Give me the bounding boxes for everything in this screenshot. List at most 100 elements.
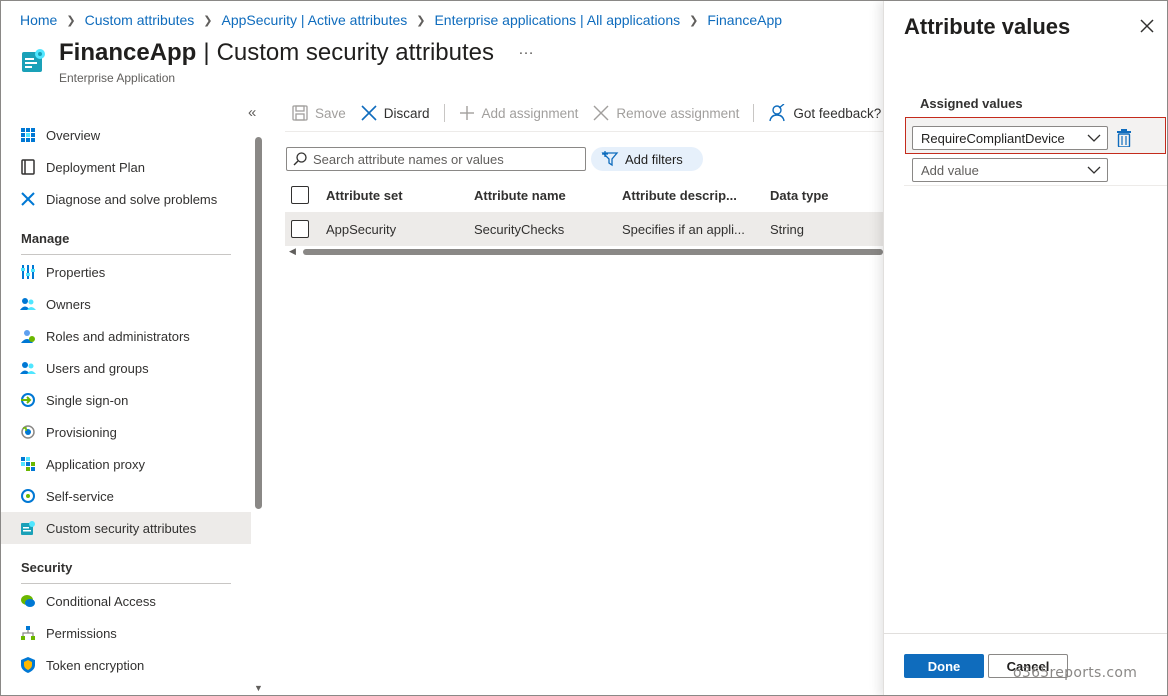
column-header-attribute-description[interactable]: Attribute descrip... xyxy=(622,178,737,212)
breadcrumb-enterprise-apps[interactable]: Enterprise applications | All applicatio… xyxy=(434,12,680,28)
sidebar-item-label: Application proxy xyxy=(46,456,145,472)
trash-icon xyxy=(1117,129,1131,148)
grid-icon xyxy=(20,127,36,143)
horizontal-scrollbar-thumb[interactable] xyxy=(303,249,883,255)
cell-attribute-set: AppSecurity xyxy=(326,221,397,237)
attribute-values-panel: Attribute values Assigned values Require… xyxy=(883,1,1167,695)
self-service-icon xyxy=(20,488,36,504)
sidebar-item-deployment-plan[interactable]: Deployment Plan xyxy=(1,151,251,183)
breadcrumb-financeapp[interactable]: FinanceApp xyxy=(707,12,782,28)
sidebar-item-label: Properties xyxy=(46,264,106,280)
close-panel-button[interactable] xyxy=(1138,17,1156,35)
sidebar-item-label: Owners xyxy=(46,296,91,312)
done-button[interactable]: Done xyxy=(904,654,984,678)
chevron-right-icon: ❯ xyxy=(689,14,699,27)
save-button[interactable]: Save xyxy=(292,105,346,121)
provisioning-icon xyxy=(20,424,36,440)
sidebar-item-label: Token encryption xyxy=(46,657,145,673)
page-title: FinanceApp | Custom security attributes … xyxy=(59,39,535,67)
panel-footer-divider xyxy=(884,633,1167,634)
permissions-icon xyxy=(20,625,36,641)
sidebar-item-label: Diagnose and solve problems xyxy=(46,191,218,207)
scroll-down-arrow-icon[interactable]: ▼ xyxy=(254,683,263,693)
add-filters-button[interactable]: Add filters xyxy=(591,147,703,171)
sidebar-item-diagnose[interactable]: Diagnose and solve problems xyxy=(1,183,251,215)
sidebar-item-roles[interactable]: Roles and administrators xyxy=(1,320,251,352)
sidebar-item-overview[interactable]: Overview xyxy=(1,119,251,151)
column-header-data-type[interactable]: Data type xyxy=(770,178,829,212)
sidebar-item-label: Custom security attributes xyxy=(46,520,197,536)
sidebar-item-token-encryption[interactable]: Token encryption xyxy=(1,649,251,681)
sidebar-item-label: Self-service xyxy=(46,488,114,504)
sidebar: Overview Deployment Plan Diagnose and so… xyxy=(1,119,251,695)
delete-value-button[interactable] xyxy=(1116,129,1132,148)
proxy-icon xyxy=(20,456,36,472)
close-icon xyxy=(361,105,377,121)
sidebar-item-permissions[interactable]: Permissions xyxy=(1,617,251,649)
save-icon xyxy=(292,105,308,121)
cell-data-type: String xyxy=(770,221,804,237)
sidebar-item-provisioning[interactable]: Provisioning xyxy=(1,416,251,448)
app-type-label: Enterprise Application xyxy=(59,71,176,85)
sidebar-scrollbar[interactable] xyxy=(255,137,262,509)
discard-button[interactable]: Discard xyxy=(361,105,430,121)
section-title-security: Security xyxy=(21,560,73,575)
cell-attribute-description: Specifies if an appli... xyxy=(622,221,745,237)
sidebar-item-label: Users and groups xyxy=(46,360,149,376)
app-name: FinanceApp xyxy=(59,39,197,66)
sidebar-item-custom-security-attributes[interactable]: Custom security attributes xyxy=(1,512,251,544)
title-separator: | xyxy=(203,39,210,66)
panel-divider xyxy=(904,185,1167,186)
row-checkbox[interactable] xyxy=(291,212,309,246)
feedback-label: Got feedback? xyxy=(793,105,882,121)
breadcrumb-appsecurity[interactable]: AppSecurity | Active attributes xyxy=(222,12,408,28)
save-label: Save xyxy=(315,105,346,121)
more-options-button[interactable]: … xyxy=(518,41,535,59)
sidebar-item-label: Roles and administrators xyxy=(46,328,190,344)
remove-assignment-label: Remove assignment xyxy=(616,105,740,121)
breadcrumb-custom-attributes[interactable]: Custom attributes xyxy=(85,12,195,28)
sidebar-item-label: Conditional Access xyxy=(46,593,156,609)
sidebar-item-users-groups[interactable]: Users and groups xyxy=(1,352,251,384)
remove-assignment-button[interactable]: Remove assignment xyxy=(593,105,739,121)
toolbar-divider xyxy=(443,104,445,122)
table-horizontal-scrollbar[interactable]: ◀ xyxy=(289,246,883,258)
enterprise-app-icon xyxy=(22,48,46,74)
add-assignment-button[interactable]: Add assignment xyxy=(459,105,578,121)
feedback-button[interactable]: Got feedback? xyxy=(768,104,881,122)
page-subtitle-title: Custom security attributes xyxy=(216,39,495,66)
sidebar-item-self-service[interactable]: Self-service xyxy=(1,480,251,512)
owners-icon xyxy=(20,296,36,312)
feedback-icon xyxy=(768,104,786,122)
plus-icon xyxy=(459,105,475,121)
sidebar-item-owners[interactable]: Owners xyxy=(1,288,251,320)
sidebar-item-app-proxy[interactable]: Application proxy xyxy=(1,448,251,480)
filter-add-icon xyxy=(601,151,619,167)
select-all-checkbox[interactable] xyxy=(291,178,309,212)
column-header-attribute-set[interactable]: Attribute set xyxy=(326,178,403,212)
conditional-access-icon xyxy=(20,593,36,609)
chevron-right-icon: ❯ xyxy=(203,14,213,27)
assigned-value-text: RequireCompliantDevice xyxy=(921,130,1065,146)
assigned-value-dropdown[interactable]: RequireCompliantDevice xyxy=(912,126,1108,150)
search-input[interactable]: Search attribute names or values xyxy=(286,147,586,171)
sidebar-item-label: Single sign-on xyxy=(46,392,129,408)
sso-icon xyxy=(20,392,36,408)
add-filters-label: Add filters xyxy=(625,151,683,167)
column-header-attribute-name[interactable]: Attribute name xyxy=(474,178,566,212)
scroll-left-arrow-icon[interactable]: ◀ xyxy=(289,246,296,257)
sidebar-item-sso[interactable]: Single sign-on xyxy=(1,384,251,416)
properties-icon xyxy=(20,264,36,280)
breadcrumb: Home ❯ Custom attributes ❯ AppSecurity |… xyxy=(20,12,782,28)
add-value-dropdown[interactable]: Add value xyxy=(912,158,1108,182)
sidebar-item-conditional-access[interactable]: Conditional Access xyxy=(1,585,251,617)
chevron-down-icon xyxy=(1087,163,1101,180)
breadcrumb-home[interactable]: Home xyxy=(20,12,57,28)
wrench-icon xyxy=(20,191,36,207)
table-row[interactable]: AppSecurity SecurityChecks Specifies if … xyxy=(285,212,883,246)
sidebar-item-label: Permissions xyxy=(46,625,117,641)
shield-icon xyxy=(20,657,36,673)
sidebar-item-properties[interactable]: Properties xyxy=(1,256,251,288)
close-icon xyxy=(1140,19,1154,33)
book-icon xyxy=(20,159,36,175)
